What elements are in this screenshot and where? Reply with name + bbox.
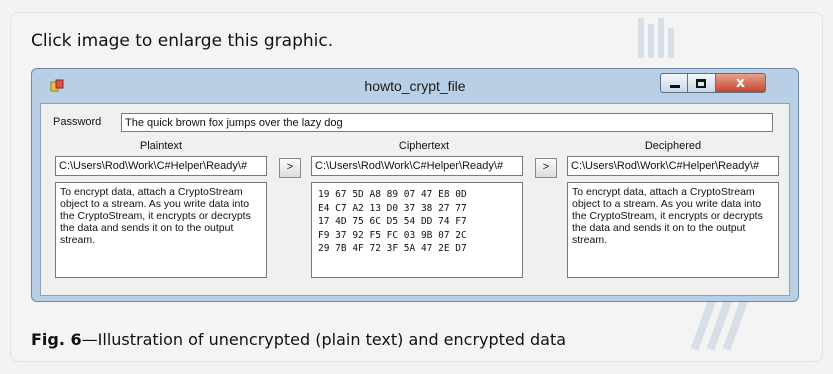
ciphertext-header: Ciphertext	[398, 140, 450, 152]
watermark-logo-top	[638, 18, 674, 58]
plaintext-header: Plaintext	[139, 140, 183, 152]
close-icon: x	[735, 75, 746, 91]
enlarge-caption[interactable]: Click image to enlarge this graphic.	[31, 31, 333, 51]
encrypt-button[interactable]: >	[279, 158, 301, 178]
plaintext-textbox[interactable]: To encrypt data, attach a CryptoStream o…	[55, 182, 267, 278]
form-client-area: Password The quick brown fox jumps over …	[40, 103, 790, 296]
ciphertext-textbox[interactable]: 19 67 5D A8 89 07 47 E8 0D E4 C7 A2 13 D…	[311, 182, 523, 278]
close-button[interactable]: x	[716, 73, 766, 93]
title-bar[interactable]: howto_crypt_file x	[32, 69, 798, 103]
password-input[interactable]: The quick brown fox jumps over the lazy …	[121, 113, 773, 132]
decrypt-button[interactable]: >	[535, 158, 557, 178]
figure-number: Fig. 6	[31, 330, 82, 349]
ciphertext-path-input[interactable]: C:\Users\Rod\Work\C#Helper\Ready\#	[311, 156, 523, 176]
app-window: howto_crypt_file x Password The quick br…	[31, 68, 799, 302]
maximize-icon	[696, 79, 706, 88]
plaintext-path-input[interactable]: C:\Users\Rod\Work\C#Helper\Ready\#	[55, 156, 267, 176]
deciphered-path-input[interactable]: C:\Users\Rod\Work\C#Helper\Ready\#	[567, 156, 779, 176]
figure-caption: Fig. 6—Illustration of unencrypted (plai…	[31, 330, 566, 349]
deciphered-header: Deciphered	[644, 140, 702, 152]
deciphered-textbox[interactable]: To encrypt data, attach a CryptoStream o…	[567, 182, 779, 278]
figure-caption-text: —Illustration of unencrypted (plain text…	[81, 330, 567, 349]
password-label: Password	[53, 116, 102, 128]
maximize-button[interactable]	[688, 73, 716, 93]
minimize-icon	[670, 85, 680, 88]
minimize-button[interactable]	[660, 73, 688, 93]
